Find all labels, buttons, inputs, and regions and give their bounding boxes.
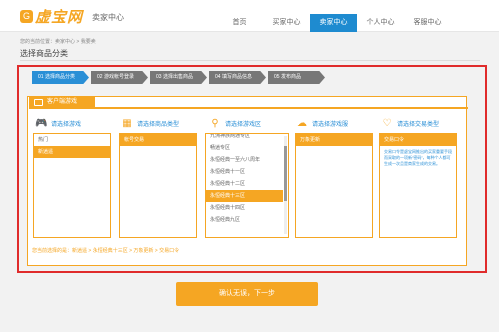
region-scrollbar[interactable] <box>284 136 287 234</box>
game-column-title: 请选择游戏 <box>51 121 82 128</box>
cloud-icon: ☁ <box>297 117 307 129</box>
step-2: 02 游戏帐号登录 <box>91 71 148 84</box>
trade-column-title: 请选择交易类型 <box>397 121 440 128</box>
category-column-title: 请选择商品类型 <box>137 121 180 128</box>
list-item[interactable]: 九洲神族网通专区 <box>206 134 283 142</box>
tab-client-games[interactable]: 客户端游戏 <box>29 96 95 109</box>
title-divider <box>20 60 480 61</box>
monitor-icon <box>34 99 43 106</box>
top-header: G 虚宝网 卖家中心 首页 买家中心 卖家中心 个人中心 客服中心 <box>0 0 499 32</box>
list-item[interactable]: 热门 <box>34 134 110 146</box>
list-item[interactable]: 永恒经典十二区 <box>206 178 283 190</box>
step-progress: 01 选择商品分类 02 游戏帐号登录 03 选择出售商品 04 填写商品信息 … <box>32 71 328 84</box>
trade-column-header: ♡ 请选择交易类型 <box>381 116 459 130</box>
logo-text: 虚宝网 <box>35 9 84 26</box>
tab-client-games-label: 客户端游戏 <box>47 99 78 105</box>
server-column-header: ☁ 请选择游戏服 <box>296 116 374 130</box>
nav-service-center[interactable]: 客服中心 <box>404 14 451 32</box>
region-list: 九洲神族网通专区 畅逍专区 永恒经典一至六八周年 永恒经典十一区 永恒经典十二区… <box>205 133 289 238</box>
logo-mark-icon: G <box>20 10 33 23</box>
list-item[interactable]: 永恒经典十一区 <box>206 166 283 178</box>
step-4: 04 填写商品信息 <box>209 71 266 84</box>
gamepad-icon: 🎮 <box>35 117 48 129</box>
list-item[interactable]: 永恒经典十三区 <box>206 190 283 202</box>
list-item[interactable]: 帐号交易 <box>120 134 196 146</box>
nav-home[interactable]: 首页 <box>216 14 263 32</box>
breadcrumb: 您的当前位置：卖家中心 > 我要卖 <box>20 39 96 45</box>
category-list: 帐号交易 <box>119 133 197 238</box>
selection-path: 您当前选择的是：新逍遥 > 永恒经典十三区 > 万象更新 > 交易口令 <box>32 248 180 254</box>
location-pin-icon: ⚲ <box>211 117 219 129</box>
server-column-title: 请选择游戏服 <box>312 121 349 128</box>
nav-buyer-center[interactable]: 买家中心 <box>263 14 310 32</box>
page-title: 选择商品分类 <box>20 49 68 58</box>
list-item[interactable]: 交易口令 <box>380 134 456 146</box>
step-1: 01 选择商品分类 <box>32 71 89 84</box>
game-column-header: 🎮 请选择游戏 <box>35 116 113 130</box>
site-logo[interactable]: G 虚宝网 <box>20 6 83 27</box>
list-item[interactable]: 永恒经典一至六八周年 <box>206 154 283 166</box>
nav-seller-center[interactable]: 卖家中心 <box>310 14 357 32</box>
list-item[interactable]: 畅逍专区 <box>206 142 283 154</box>
trade-list: 交易口令 交易口令是虚宝网推出的买家重要手段而采取的一项新“密码”，每种个人都可… <box>379 133 457 238</box>
heart-hand-icon: ♡ <box>382 117 392 129</box>
game-list: 热门 新逍遥 <box>33 133 111 238</box>
category-column-header: ▦ 请选择商品类型 <box>121 116 199 130</box>
trade-description: 交易口令是虚宝网推出的买家重要手段而采取的一项新“密码”，每种个人都可生成一次且… <box>384 149 452 166</box>
scroll-thumb[interactable] <box>284 146 287 201</box>
nav-personal-center[interactable]: 个人中心 <box>357 14 404 32</box>
list-item[interactable]: 新逍遥 <box>34 146 110 158</box>
game-type-tabbar: 客户端游戏 <box>29 96 468 109</box>
confirm-next-button[interactable]: 确认无误，下一步 <box>176 282 318 306</box>
seller-center-subtitle: 卖家中心 <box>92 13 124 22</box>
grid-icon: ▦ <box>122 117 132 129</box>
step-5: 05 发布商品 <box>268 71 325 84</box>
region-column-header: ⚲ 请选择游戏区 <box>209 116 287 130</box>
server-list: 万象更新 <box>295 133 373 238</box>
list-item[interactable]: 永恒经典九区 <box>206 214 283 226</box>
list-item[interactable]: 永恒经典十四区 <box>206 202 283 214</box>
step-3: 03 选择出售商品 <box>150 71 207 84</box>
main-nav: 首页 买家中心 卖家中心 个人中心 客服中心 <box>216 14 451 32</box>
list-item[interactable]: 万象更新 <box>296 134 372 146</box>
region-column-title: 请选择游戏区 <box>225 121 262 128</box>
